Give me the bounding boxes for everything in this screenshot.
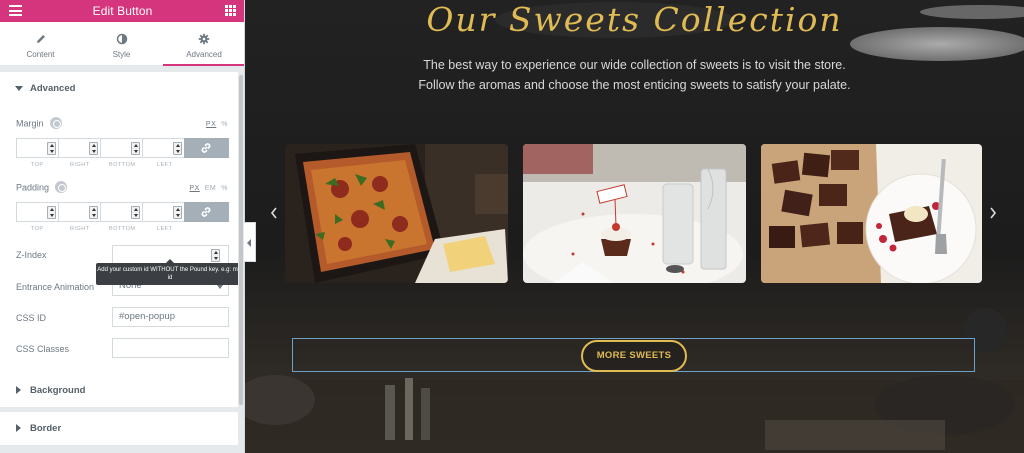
section-background-label: Background — [30, 385, 86, 396]
entrance-animation-label: Entrance Animation — [16, 282, 95, 292]
caret-right-icon — [16, 424, 21, 432]
css-classes-input[interactable] — [112, 338, 229, 358]
carousel-next-icon[interactable] — [989, 207, 997, 219]
margin-label-text: Margin — [16, 118, 44, 129]
spinner-icon[interactable] — [211, 249, 220, 262]
subtitle-line-1: The best way to experience our wide coll… — [423, 58, 846, 72]
tab-advanced[interactable]: Advanced — [163, 22, 244, 66]
pencil-icon — [36, 35, 45, 43]
padding-label: Padding — [16, 181, 68, 194]
carousel-prev-icon[interactable] — [270, 207, 278, 219]
cupcake-table-image — [523, 144, 746, 283]
tab-style-label: Style — [112, 50, 131, 59]
margin-units: PX% — [201, 121, 228, 128]
panel-header: Edit Button — [0, 0, 244, 22]
margin-bottom-input[interactable] — [100, 138, 142, 158]
globe-icon[interactable] — [49, 117, 62, 129]
spinner-icon[interactable] — [131, 206, 140, 219]
padding-bottom-input[interactable] — [100, 202, 142, 222]
margin-side-labels: TOP RIGHT BOTTOM LEFT — [16, 162, 186, 168]
padding-right-input[interactable] — [58, 202, 100, 222]
spinner-icon[interactable] — [47, 206, 56, 219]
spinner-icon[interactable] — [89, 142, 98, 155]
unit-px[interactable]: PX — [206, 121, 216, 128]
css-id-value: #open-popup — [119, 311, 175, 322]
carousel-card-cupcake[interactable] — [523, 144, 746, 283]
side-label-left: LEFT — [157, 162, 173, 168]
unit-em[interactable]: EM — [205, 185, 217, 192]
page-preview: Our Sweets Collection The best way to ex… — [245, 0, 1024, 453]
collapse-panel-button[interactable] — [244, 222, 256, 262]
panel-scroll-area: Advanced Margin PX% TOP RIGHT BOTTOM LEF… — [0, 67, 238, 453]
link-values-button[interactable] — [184, 138, 229, 158]
more-sweets-button[interactable]: MORE SWEETS — [581, 340, 687, 372]
carousel-card-pizza[interactable] — [285, 144, 508, 283]
padding-units: PX EM% — [184, 185, 228, 192]
margin-top-input[interactable] — [16, 138, 58, 158]
scrollbar-thumb[interactable] — [239, 75, 243, 405]
section-advanced-body: Margin PX% TOP RIGHT BOTTOM LEFT Padding… — [0, 102, 238, 387]
spinner-icon[interactable] — [89, 206, 98, 219]
spinner-icon[interactable] — [173, 142, 182, 155]
tab-advanced-label: Advanced — [186, 50, 222, 59]
editor-app: Edit Button Content Style Advanced Advan… — [0, 0, 1024, 453]
padding-label-text: Padding — [16, 182, 50, 193]
section-advanced-header[interactable]: Advanced — [0, 72, 238, 105]
spinner-icon[interactable] — [47, 142, 56, 155]
css-id-input[interactable]: #open-popup — [112, 307, 229, 327]
link-values-button[interactable] — [184, 202, 229, 222]
side-label-bottom: BOTTOM — [109, 226, 136, 232]
unit-percent[interactable]: % — [221, 185, 228, 192]
css-id-tooltip: Add your custom id WITHOUT the Pound key… — [96, 259, 244, 285]
chevron-down-icon — [217, 285, 223, 289]
brownies-image — [761, 144, 982, 283]
side-label-top: TOP — [30, 162, 44, 168]
pizza-image — [285, 144, 508, 283]
globe-icon[interactable] — [55, 181, 68, 193]
css-id-label: CSS ID — [16, 313, 47, 323]
editor-panel: Edit Button Content Style Advanced Advan… — [0, 0, 245, 453]
panel-tabs: Content Style Advanced — [0, 22, 244, 66]
tab-style[interactable]: Style — [81, 22, 162, 66]
side-label-right: RIGHT — [69, 162, 90, 168]
margin-left-input[interactable] — [142, 138, 184, 158]
link-icon — [201, 207, 211, 217]
side-label-right: RIGHT — [69, 226, 90, 232]
widgets-grid-icon[interactable] — [225, 5, 236, 16]
side-label-top: TOP — [30, 226, 44, 232]
unit-percent[interactable]: % — [221, 121, 228, 128]
panel-title: Edit Button — [92, 4, 153, 18]
subtitle-line-2: Follow the aromas and choose the most en… — [418, 78, 851, 92]
padding-top-input[interactable] — [16, 202, 58, 222]
margin-right-input[interactable] — [58, 138, 100, 158]
unit-px[interactable]: PX — [189, 185, 199, 192]
spinner-icon[interactable] — [173, 206, 182, 219]
section-border-label: Border — [30, 423, 62, 434]
link-icon — [201, 143, 211, 153]
caret-down-icon — [15, 86, 23, 91]
carousel-card-brownies[interactable] — [761, 144, 982, 283]
tab-content[interactable]: Content — [0, 22, 81, 66]
padding-inputs — [16, 202, 229, 222]
tab-content-label: Content — [26, 50, 55, 59]
section-background-header[interactable]: Background — [0, 374, 238, 407]
z-index-label: Z-Index — [16, 250, 47, 260]
side-label-left: LEFT — [157, 226, 173, 232]
padding-left-input[interactable] — [142, 202, 184, 222]
caret-right-icon — [16, 386, 21, 394]
side-label-bottom: BOTTOM — [109, 162, 136, 168]
gear-icon — [198, 33, 210, 45]
margin-inputs — [16, 138, 229, 158]
section-advanced-label: Advanced — [30, 83, 76, 94]
half-circle-icon — [116, 33, 127, 45]
css-classes-label: CSS Classes — [16, 344, 70, 354]
section-border-header[interactable]: Border — [0, 412, 238, 445]
section-heading: Our Sweets Collection — [426, 0, 843, 39]
spinner-icon[interactable] — [131, 142, 140, 155]
margin-label: Margin — [16, 117, 62, 130]
padding-side-labels: TOP RIGHT BOTTOM LEFT — [16, 226, 186, 232]
